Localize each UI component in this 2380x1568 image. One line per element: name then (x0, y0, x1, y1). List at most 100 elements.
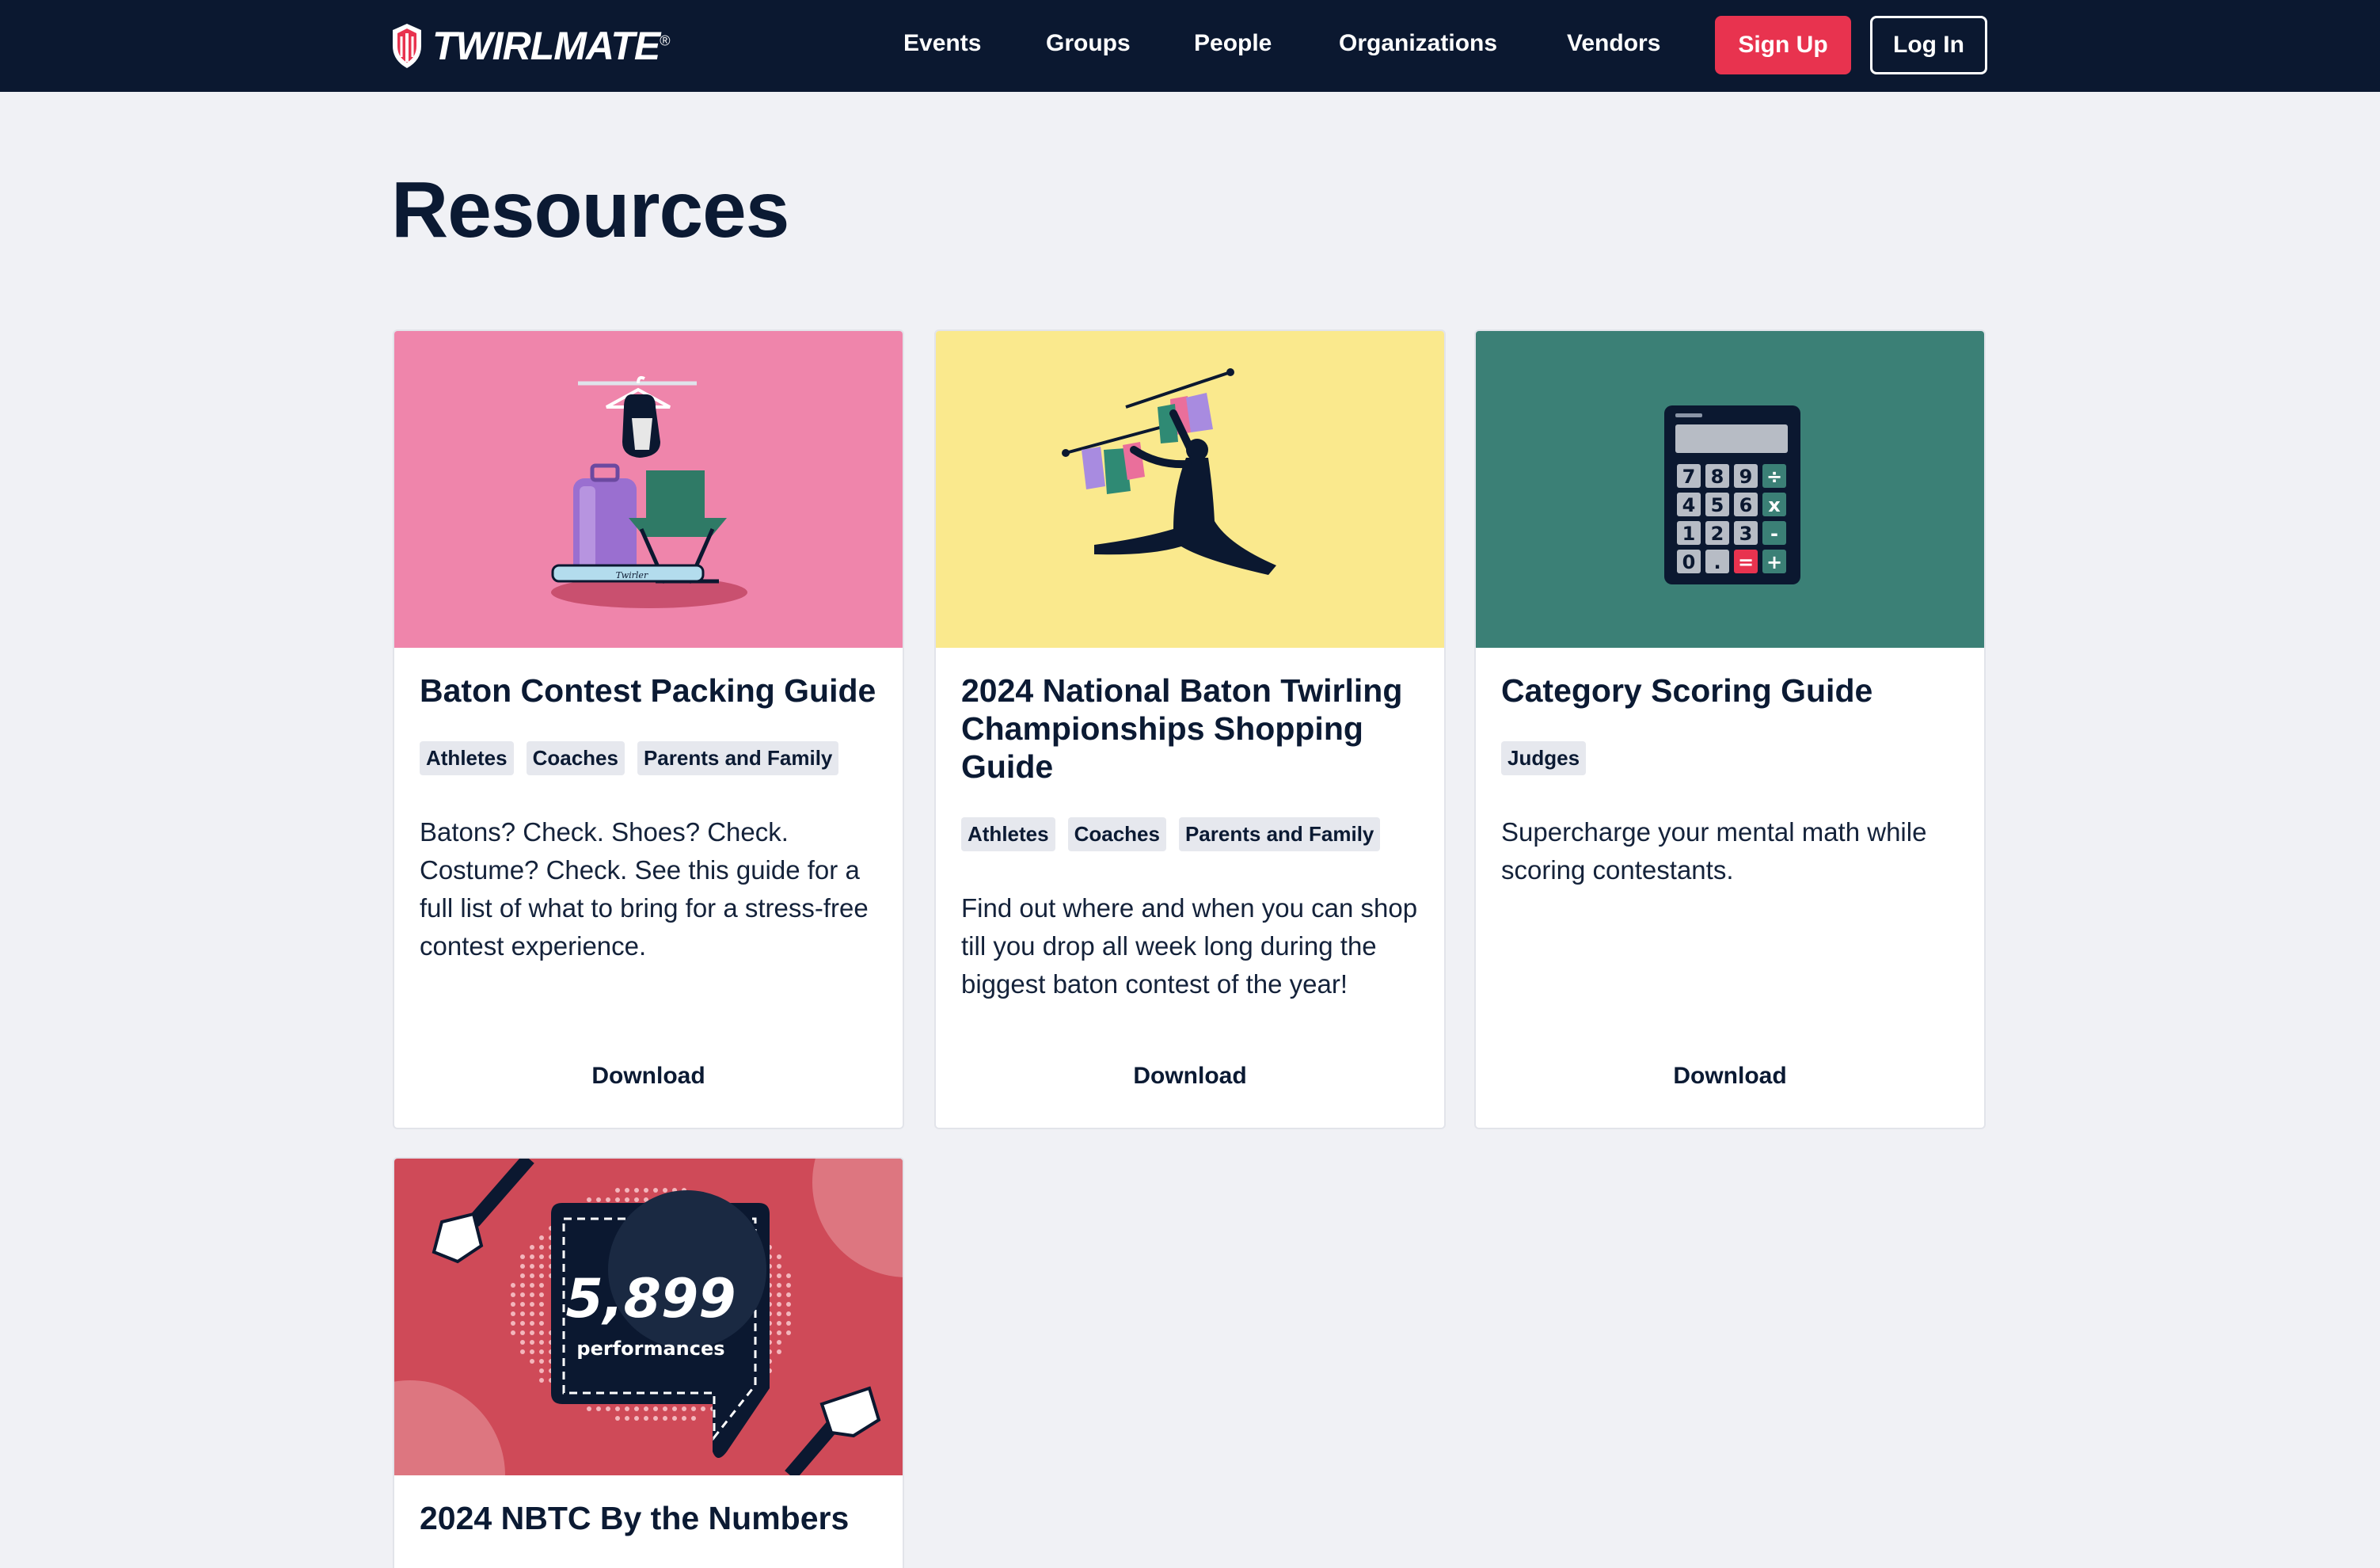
halo-dot (672, 1406, 677, 1411)
calculator-key-label: 9 (1739, 466, 1753, 488)
card-title[interactable]: 2024 National Baton Twirling Championshi… (961, 672, 1419, 786)
halo-dot (777, 1292, 781, 1297)
log-in-button[interactable]: Log In (1870, 16, 1987, 74)
calculator-key-label: + (1766, 551, 1782, 573)
download-button[interactable]: Download (1476, 1063, 1984, 1090)
card-image: Twirler (394, 331, 903, 648)
download-button[interactable]: Download (394, 1063, 903, 1090)
card-title[interactable]: 2024 NBTC By the Numbers (420, 1499, 877, 1537)
halo-dot (644, 1188, 648, 1193)
halo-dot (530, 1264, 534, 1269)
halo-dot (653, 1188, 658, 1193)
resource-card-packing-guide[interactable]: Twirler Baton Contest Packing Guide Athl… (393, 329, 904, 1129)
calculator-key-label: 8 (1711, 466, 1724, 488)
tag-athletes: Athletes (961, 817, 1055, 851)
calculator-key-label: . (1713, 551, 1720, 573)
halo-dot (530, 1245, 534, 1250)
halo-dot (520, 1311, 525, 1316)
halo-dot (511, 1321, 515, 1326)
halo-dot (520, 1340, 525, 1345)
card-body: Baton Contest Packing Guide Athletes Coa… (394, 672, 903, 965)
halo-dot (653, 1406, 658, 1411)
card-title[interactable]: Category Scoring Guide (1501, 672, 1959, 710)
card-description: Find out where and when you can shop til… (961, 893, 1418, 999)
halo-dot (520, 1283, 525, 1288)
tag-athletes: Athletes (420, 741, 514, 775)
resource-card-scoring-guide[interactable]: 7 8 9 ÷ 4 5 6 x 1 2 3- 0. = + Category Scoring Guide … (1474, 329, 1986, 1129)
card-image: 5,899 performances (394, 1159, 903, 1475)
halo-dot (777, 1349, 781, 1354)
halo-dot (634, 1416, 639, 1421)
halo-dot (625, 1188, 629, 1193)
halo-dot (691, 1416, 696, 1421)
packing-illustration-icon: Twirler (551, 375, 747, 608)
sign-up-button[interactable]: Sign Up (1715, 16, 1851, 74)
twirlmate-logo[interactable]: TWIRLMATE® (390, 21, 671, 71)
halo-dot (777, 1264, 781, 1269)
card-description: Supercharge your mental math while scori… (1501, 817, 1927, 885)
halo-dot (539, 1283, 544, 1288)
halo-dot (520, 1321, 525, 1326)
card-body: 2024 National Baton Twirling Championshi… (936, 672, 1444, 1003)
halo-dot (625, 1197, 629, 1202)
halo-dot (587, 1197, 591, 1202)
halo-dot (511, 1311, 515, 1316)
halo-dot (634, 1188, 639, 1193)
nav-people[interactable]: People (1194, 30, 1272, 57)
calculator-illustration-icon: 7 8 9 ÷ 4 5 6 x 1 2 3 - 0. = + (1664, 405, 1800, 584)
halo-dot (539, 1330, 544, 1335)
halo-dot (539, 1378, 544, 1383)
tag-list: Judges (1501, 741, 1959, 775)
halo-dot (786, 1302, 791, 1307)
halo-dot (520, 1273, 525, 1278)
halo-dot (520, 1292, 525, 1297)
halo-dot (539, 1235, 544, 1240)
halo-dot (511, 1292, 515, 1297)
tag-coaches: Coaches (526, 741, 625, 775)
calculator-key-label: 2 (1711, 523, 1724, 545)
halo-dot (644, 1406, 648, 1411)
resource-card-by-the-numbers[interactable]: 5,899 performances 2024 NBTC By the Numb… (393, 1157, 904, 1568)
nav-organizations[interactable]: Organizations (1339, 30, 1497, 57)
resource-card-shopping-guide[interactable]: 2024 National Baton Twirling Championshi… (934, 329, 1446, 1129)
halo-dot (539, 1254, 544, 1259)
halo-dot (615, 1188, 620, 1193)
brand-name: TWIRLMATE® (432, 24, 671, 68)
nav-events[interactable]: Events (903, 30, 981, 57)
halo-dot (786, 1292, 791, 1297)
halo-dot (530, 1292, 534, 1297)
halo-dot (663, 1188, 667, 1193)
halo-dot (786, 1311, 791, 1316)
halo-dot (539, 1273, 544, 1278)
halo-dot (587, 1406, 591, 1411)
card-image: 7 8 9 ÷ 4 5 6 x 1 2 3- 0. = + (1476, 331, 1984, 648)
halo-dot (530, 1254, 534, 1259)
halo-dot (777, 1273, 781, 1278)
halo-dot (786, 1330, 791, 1335)
halo-dot (530, 1340, 534, 1345)
halo-dot (539, 1321, 544, 1326)
svg-text:Twirler: Twirler (616, 570, 648, 580)
halo-dot (520, 1302, 525, 1307)
download-button[interactable]: Download (936, 1063, 1444, 1090)
tag-judges: Judges (1501, 741, 1587, 775)
halo-dot (701, 1406, 705, 1411)
halo-dot (530, 1311, 534, 1316)
card-title[interactable]: Baton Contest Packing Guide (420, 672, 877, 710)
top-navigation-bar: TWIRLMATE® Events Groups People Organiza… (0, 0, 2380, 92)
calculator-key-label: 1 (1682, 523, 1696, 545)
calculator-key-label: x (1768, 494, 1781, 516)
calculator-key-label: = (1738, 551, 1754, 573)
card-body: 2024 NBTC By the Numbers (394, 1499, 903, 1537)
halo-dot (615, 1406, 620, 1411)
halo-dot (625, 1416, 629, 1421)
page-title: Resources (391, 166, 789, 254)
halo-dot (606, 1197, 610, 1202)
halo-dot (530, 1283, 534, 1288)
calculator-key-label: 5 (1711, 494, 1724, 516)
card-image (936, 331, 1444, 648)
nav-groups[interactable]: Groups (1046, 30, 1131, 57)
halo-dot (511, 1283, 515, 1288)
nav-vendors[interactable]: Vendors (1567, 30, 1660, 57)
halo-dot (606, 1406, 610, 1411)
